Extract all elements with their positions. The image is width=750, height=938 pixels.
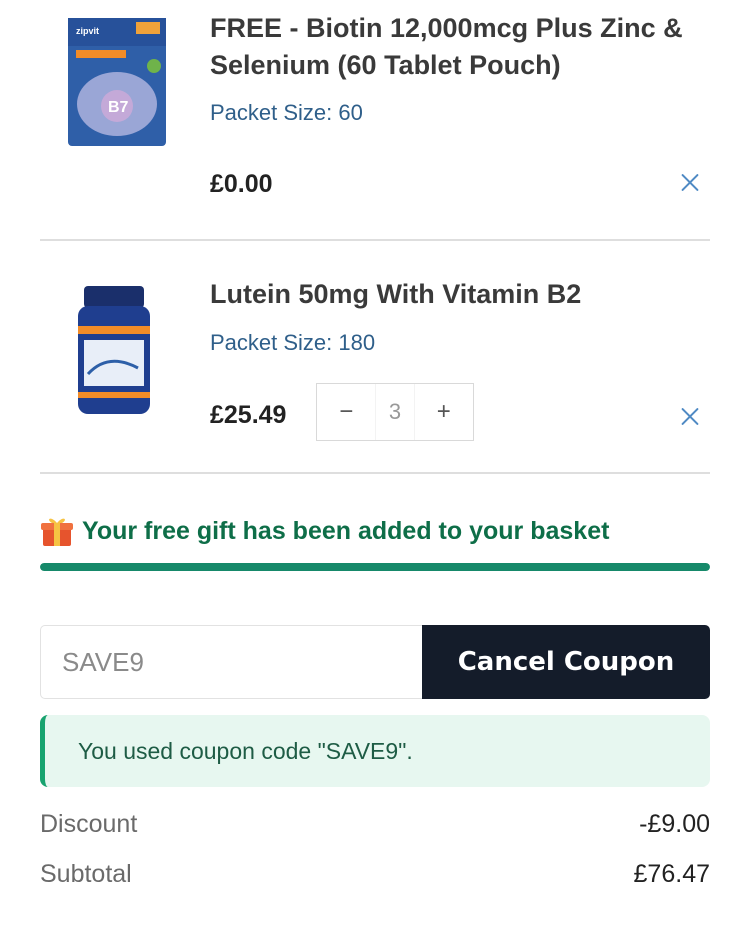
gift-icon	[41, 518, 73, 546]
discount-label: Discount	[40, 810, 138, 838]
increase-quantity-button[interactable]: +	[415, 384, 473, 440]
packet-size: Packet Size: 180	[210, 330, 376, 355]
subtotal-label: Subtotal	[40, 860, 132, 888]
coupon-code-input[interactable]	[40, 625, 423, 699]
free-gift-message: Your free gift has been added to your ba…	[82, 516, 610, 545]
remove-item-icon[interactable]	[676, 169, 704, 197]
product-title[interactable]: FREE - Biotin 12,000mcg Plus Zinc & Sele…	[210, 10, 710, 84]
free-gift-banner: Your free gift has been added to your ba…	[40, 514, 609, 548]
coupon-notice-text: You used coupon code "SAVE9".	[78, 737, 413, 764]
subtotal-value: £76.47	[633, 860, 710, 888]
tub-image	[78, 286, 150, 414]
thumb-b7-label: B7	[108, 99, 129, 116]
product-title[interactable]: Lutein 50mg With Vitamin B2	[210, 276, 710, 313]
decrease-quantity-button[interactable]: −	[317, 384, 375, 440]
brand-text: zipvit	[76, 26, 99, 36]
divider	[40, 239, 710, 241]
progress-fill	[40, 563, 710, 571]
remove-item-icon[interactable]	[676, 403, 704, 431]
cancel-coupon-button[interactable]: Cancel Coupon	[422, 625, 710, 699]
pouch-image: zipvit B7	[68, 18, 166, 146]
packet-size: Packet Size: 60	[210, 100, 363, 125]
discount-value: -£9.00	[639, 810, 710, 838]
quantity-value[interactable]: 3	[375, 384, 415, 440]
product-image-biotin-pouch[interactable]: zipvit B7	[62, 14, 172, 149]
product-image-lutein-tub[interactable]	[68, 282, 160, 418]
item-price: £0.00	[210, 170, 273, 198]
divider	[40, 472, 710, 474]
quantity-stepper[interactable]: − 3 +	[316, 383, 474, 441]
coupon-notice: You used coupon code "SAVE9".	[40, 715, 710, 787]
item-price: £25.49	[210, 401, 287, 429]
free-gift-progress-bar	[40, 563, 710, 571]
